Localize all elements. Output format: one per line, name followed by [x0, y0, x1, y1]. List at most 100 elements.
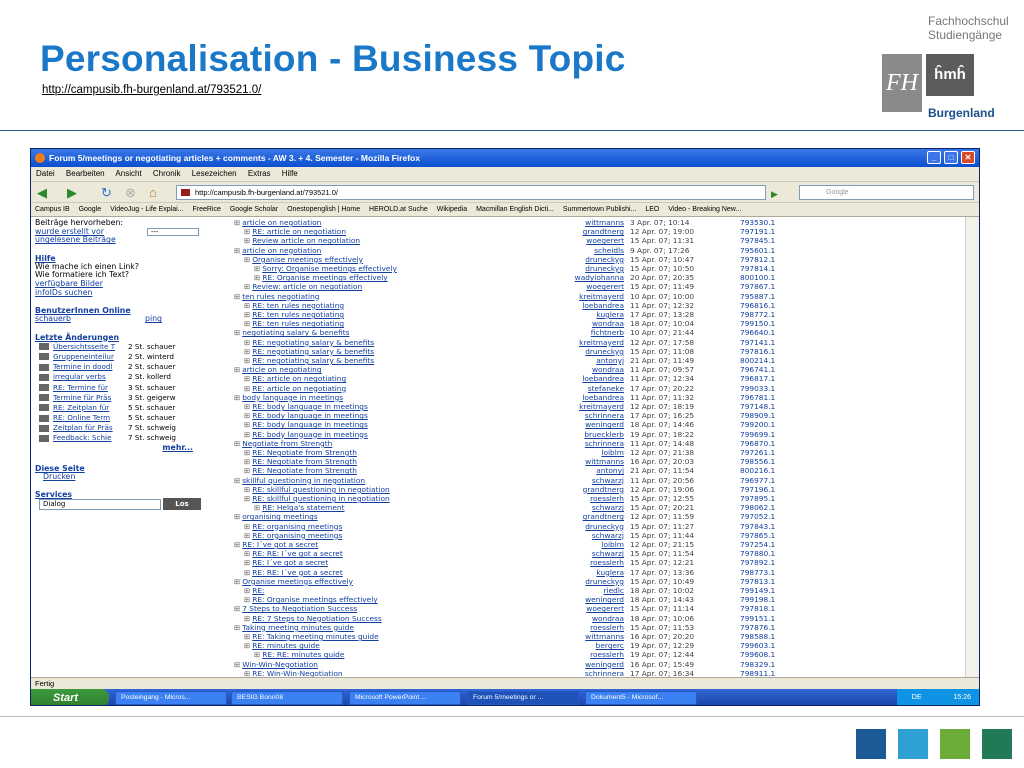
post-author-link[interactable]: druneckyg — [532, 347, 624, 356]
post-title-link[interactable]: body language in meetings — [234, 393, 343, 402]
post-title-link[interactable]: RE: Negotiate from Strength — [244, 466, 357, 475]
bookmark-item[interactable]: Macmillan English Dicti... — [476, 206, 554, 213]
post-title-link[interactable]: article on negotiation — [234, 218, 321, 227]
bookmark-item[interactable]: VideoJug - Life Explai... — [110, 206, 183, 213]
back-icon[interactable]: ◀ — [37, 185, 47, 200]
post-title-link[interactable]: RE: Win-Win-Negotiation — [244, 669, 342, 677]
post-author-link[interactable]: kuglera — [532, 310, 624, 319]
post-title-link[interactable]: RE: article on negotiating — [244, 384, 346, 393]
post-author-link[interactable]: grandtnerg — [532, 512, 624, 521]
recent-change-item[interactable]: RE: Zeitplan für 5 St. schauer — [35, 403, 231, 413]
task-button[interactable]: Microsoft PowerPoint ... — [349, 691, 461, 705]
close-icon[interactable]: ✕ — [961, 151, 975, 164]
slide-url[interactable]: http://campusib.fh-burgenland.at/793521.… — [42, 84, 261, 96]
post-author-link[interactable]: woegerert — [532, 236, 624, 245]
bookmark-item[interactable]: Google Scholar — [230, 206, 278, 213]
service-select[interactable]: Dialog — [39, 499, 161, 510]
task-button[interactable]: Dokument5 - Microsof... — [585, 691, 697, 705]
post-title-link[interactable]: RE: Helga's statement — [254, 503, 344, 512]
post-author-link[interactable]: schrinnera — [532, 669, 624, 677]
change-title[interactable]: RE: Online Term — [53, 413, 128, 423]
post-author-link[interactable]: wadyiohanna — [532, 273, 624, 282]
recent-change-item[interactable]: Gruppeneinteilur 2 St. winterd — [35, 352, 231, 362]
bookmark-item[interactable]: Summertown Publishi... — [563, 206, 637, 213]
post-author-link[interactable]: loiblm — [532, 540, 624, 549]
post-author-link[interactable]: roesslerh — [532, 494, 624, 503]
change-title[interactable]: Gruppeneinteilur — [53, 352, 128, 362]
this-page-heading[interactable]: Diese Seite — [35, 464, 231, 473]
post-title-link[interactable]: RE: Organise meetings effectively — [244, 595, 377, 604]
menu-chronik[interactable]: Chronik — [153, 169, 181, 178]
post-author-link[interactable]: schwarzj — [532, 476, 624, 485]
post-title-link[interactable]: RE: article on negotiation — [244, 227, 346, 236]
post-title-link[interactable]: RE: RE: I´ve got a secret — [244, 568, 343, 577]
post-title-link[interactable]: RE: ten rules negotiating — [244, 319, 344, 328]
bookmark-item[interactable]: Onestopenglish | Home — [287, 206, 360, 213]
help-link-3[interactable]: verfügbare Bilder — [35, 280, 231, 289]
post-title-link[interactable]: RE: Organise meetings effectively — [254, 273, 387, 282]
post-author-link[interactable]: roesslerh — [532, 650, 624, 659]
task-button-active[interactable]: Forum 5/meetings or ... — [467, 691, 579, 705]
post-title-link[interactable]: 7 Steps to Negotiation Success — [234, 604, 357, 613]
services-heading[interactable]: Services — [35, 490, 231, 499]
recent-change-item[interactable]: RE: Online Term 5 St. schauer — [35, 413, 231, 423]
post-author-link[interactable]: schrinnera — [532, 411, 624, 420]
task-button[interactable]: BESIG Bonn08 — [231, 691, 343, 705]
menu-bearbeiten[interactable]: Bearbeiten — [66, 169, 105, 178]
change-title[interactable]: Zeitplan für Präs — [53, 423, 128, 433]
post-author-link[interactable]: wittmanns — [532, 218, 624, 227]
go-icon[interactable]: ▶ — [771, 187, 778, 202]
post-title-link[interactable]: RE: ten rules negotiating — [244, 310, 344, 319]
menu-hilfe[interactable]: Hilfe — [282, 169, 298, 178]
post-author-link[interactable]: loebandrea — [532, 301, 624, 310]
post-title-link[interactable]: RE: body language in meetings — [244, 420, 368, 429]
post-author-link[interactable]: scheidls — [532, 246, 624, 255]
post-author-link[interactable]: wondraa — [532, 319, 624, 328]
post-title-link[interactable]: RE: skillful questioning in negotiation — [244, 485, 390, 494]
post-author-link[interactable]: druneckyg — [532, 264, 624, 273]
post-title-link[interactable]: RE: negotiating salary & benefits — [244, 347, 374, 356]
online-users-heading[interactable]: BenutzerInnen Online — [35, 306, 231, 315]
recent-change-item[interactable]: Zeitplan für Präs 7 St. schweig — [35, 423, 231, 433]
post-author-link[interactable]: kreitmayerd — [532, 402, 624, 411]
post-author-link[interactable]: kuglera — [532, 568, 624, 577]
recent-change-item[interactable]: Termine in doodl 2 St. schauer — [35, 362, 231, 372]
menu-extras[interactable]: Extras — [248, 169, 271, 178]
search-input[interactable]: Google — [799, 185, 974, 200]
menu-lesezeichen[interactable]: Lesezeichen — [192, 169, 237, 178]
post-title-link[interactable]: article on negotiation — [234, 246, 321, 255]
post-author-link[interactable]: kreitmayerd — [532, 338, 624, 347]
post-author-link[interactable]: wondraa — [532, 365, 624, 374]
help-heading[interactable]: Hilfe — [35, 254, 231, 263]
change-title[interactable]: RE: Zeitplan für — [53, 403, 128, 413]
bookmark-item[interactable]: Google — [79, 206, 102, 213]
stop-icon[interactable]: ⊗ — [125, 185, 136, 200]
post-title-link[interactable]: RE: organising meetings — [244, 522, 342, 531]
post-title-link[interactable]: RE: I´ve got a secret — [244, 558, 328, 567]
post-title-link[interactable]: skillful questioning in negotiation — [234, 476, 365, 485]
post-title-link[interactable]: RE: skillful questioning in negotiation — [244, 494, 390, 503]
bookmark-item[interactable]: Video - Breaking New... — [668, 206, 741, 213]
post-author-link[interactable]: weningerd — [532, 420, 624, 429]
post-title-link[interactable]: RE: Negotiate from Strength — [244, 457, 357, 466]
post-author-link[interactable]: loiblm — [532, 448, 624, 457]
post-title-link[interactable]: negotiating salary & benefits — [234, 328, 349, 337]
post-title-link[interactable]: article on negotiating — [234, 365, 321, 374]
language-indicator[interactable]: DE — [912, 694, 922, 701]
address-bar[interactable]: http://campusib.fh-burgenland.at/793521.… — [176, 185, 766, 200]
bookmark-item[interactable]: FreeRice — [192, 206, 220, 213]
post-title-link[interactable]: ten rules negotiating — [234, 292, 319, 301]
change-title[interactable]: RE: Termine für — [53, 383, 128, 393]
forward-icon[interactable]: ▶ — [67, 185, 77, 200]
post-author-link[interactable]: antonyj — [532, 356, 624, 365]
recent-changes-heading[interactable]: Letzte Änderungen — [35, 333, 231, 342]
post-author-link[interactable]: bergerc — [532, 641, 624, 650]
home-icon[interactable]: ⌂ — [149, 185, 157, 200]
post-author-link[interactable]: grandtnerg — [532, 227, 624, 236]
post-title-link[interactable]: RE: body language in meetings — [244, 430, 368, 439]
post-author-link[interactable]: druneckyg — [532, 577, 624, 586]
filter-created-link[interactable]: wurde erstellt vor — [35, 228, 104, 236]
post-author-link[interactable]: schwarzj — [532, 531, 624, 540]
recent-change-item[interactable]: Übersichtsseite T2 St. schauer — [35, 342, 231, 352]
minimize-icon[interactable]: _ — [927, 151, 941, 164]
